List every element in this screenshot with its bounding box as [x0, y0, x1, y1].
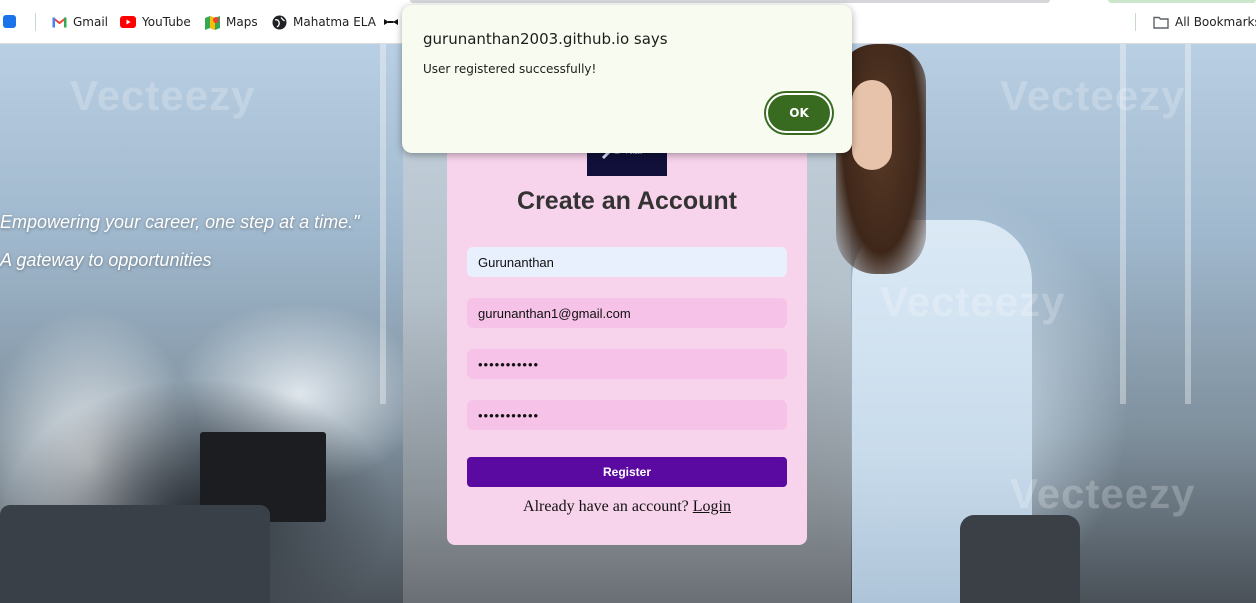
- dialog-title: gurunanthan2003.github.io says: [423, 30, 668, 48]
- password-field[interactable]: [467, 349, 787, 379]
- login-link[interactable]: Login: [693, 498, 731, 515]
- window-frame: [1185, 44, 1191, 404]
- email-field[interactable]: [467, 298, 787, 328]
- alert-dialog: gurunanthan2003.github.io says User regi…: [402, 5, 852, 153]
- bookmark-youtube[interactable]: YouTube: [120, 13, 191, 31]
- background-sofa: [0, 505, 270, 603]
- window-frame: [380, 44, 386, 404]
- ok-button[interactable]: OK: [766, 93, 832, 133]
- bookmark-label: Maps: [226, 15, 258, 29]
- background-sofa: [960, 515, 1080, 603]
- hero-tagline: Empowering your career, one step at a ti…: [0, 212, 360, 232]
- omnibox-edge: [410, 0, 1050, 3]
- hero-subtagline: A gateway to opportunities: [0, 250, 212, 270]
- watermark-text: Vecteezy: [1010, 470, 1196, 517]
- bookmark-favicon-icon: [384, 19, 398, 25]
- register-button[interactable]: Register: [467, 457, 787, 487]
- folder-icon: [1153, 16, 1169, 29]
- bookmark-label: Gmail: [73, 15, 109, 29]
- page-title: Create an Account: [517, 187, 737, 215]
- login-prompt: Already have an account? Login: [447, 498, 807, 516]
- bookmark-separator: [35, 13, 36, 31]
- bookmark-label: Mahatma ELA: [293, 15, 376, 29]
- watermark-text: Vecteezy: [880, 278, 1066, 325]
- watermark-text: Vecteezy: [1000, 72, 1186, 119]
- watermark-text: Vecteezy: [70, 72, 256, 119]
- toolbar-edge: [1108, 0, 1256, 3]
- name-field[interactable]: [467, 247, 787, 277]
- bookmark-maps[interactable]: Maps: [205, 13, 258, 31]
- confirm-password-field[interactable]: [467, 400, 787, 430]
- background-person-face: [852, 80, 892, 170]
- bookmark-partial[interactable]: [384, 13, 398, 31]
- youtube-icon: [120, 16, 136, 28]
- bookmark-separator: [1135, 13, 1136, 31]
- bookmark-mahatma-ela[interactable]: Mahatma ELA: [272, 13, 376, 31]
- all-bookmarks-label: All Bookmarks: [1175, 15, 1256, 29]
- maps-icon: [205, 15, 220, 30]
- apps-icon[interactable]: [3, 15, 16, 28]
- all-bookmarks-button[interactable]: All Bookmarks: [1153, 13, 1256, 31]
- bookmark-label: YouTube: [142, 15, 191, 29]
- globe-icon: [272, 15, 287, 29]
- dialog-message: User registered successfully!: [423, 62, 597, 76]
- gmail-icon: [52, 17, 67, 28]
- login-prompt-text: Already have an account?: [523, 498, 689, 515]
- bookmark-gmail[interactable]: Gmail: [52, 13, 108, 31]
